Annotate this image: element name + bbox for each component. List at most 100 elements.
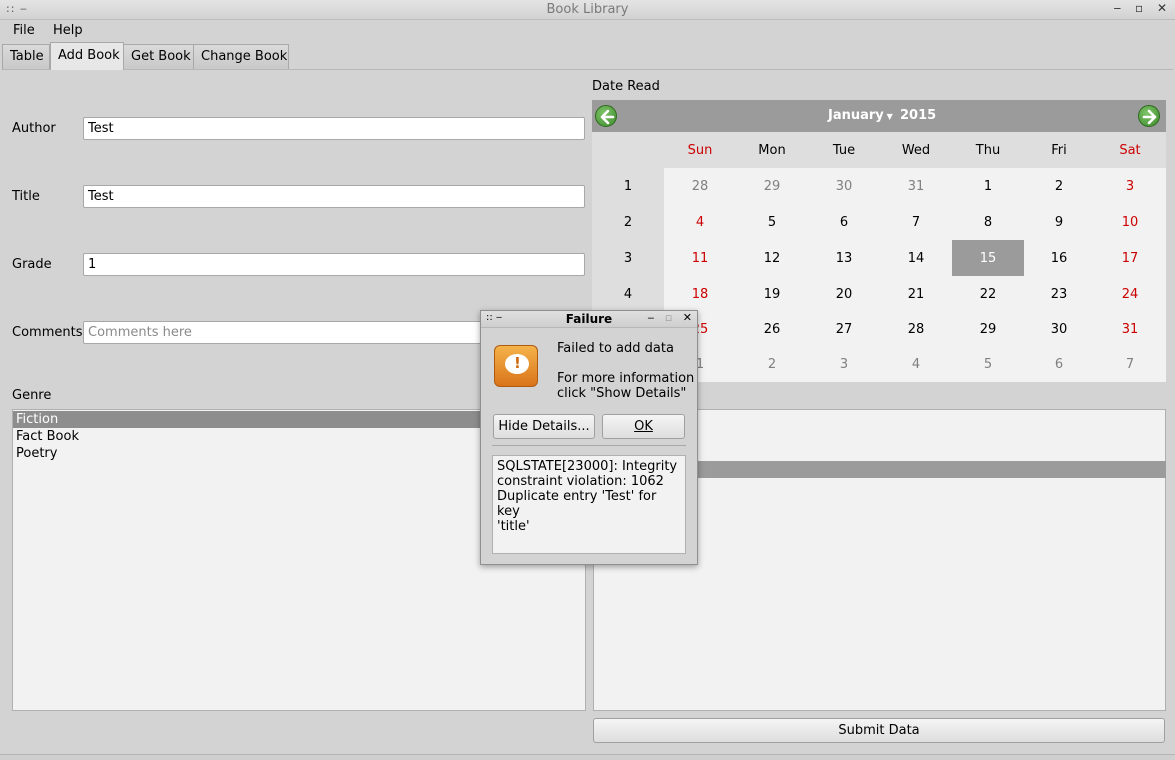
calendar-day[interactable]: 2	[736, 357, 808, 372]
dialog-close-icon[interactable]: ✕	[683, 311, 692, 324]
menu-help[interactable]: Help	[53, 23, 83, 38]
menu-file[interactable]: File	[13, 23, 35, 38]
status-bar	[0, 754, 1175, 760]
calendar-day[interactable]: 11	[664, 251, 736, 266]
details-line: 'title'	[497, 519, 530, 534]
year-selector[interactable]: 2015	[900, 108, 936, 123]
calendar-day[interactable]: 31	[880, 179, 952, 194]
calendar-day[interactable]: 5	[736, 215, 808, 230]
week-number: 2	[623, 215, 633, 230]
calendar-day[interactable]: 16	[1023, 251, 1095, 266]
failure-dialog: :: ‒ Failure ‒ ▫ ✕ ! Failed to add data …	[480, 310, 698, 565]
window-controls: ‒ ▫ ✕	[1104, 1, 1168, 15]
prev-month-button[interactable]	[595, 105, 617, 127]
calendar-day[interactable]: 7	[880, 215, 952, 230]
calendar-day[interactable]: 2	[1023, 179, 1095, 194]
author-label: Author	[12, 121, 56, 136]
month-selector[interactable]: January ▼	[828, 108, 893, 123]
dialog-maximize-icon[interactable]: ▫	[665, 311, 672, 324]
week-number: 1	[623, 179, 633, 194]
window-title: Book Library	[546, 2, 629, 17]
tab-change-book[interactable]: Change Book	[193, 44, 289, 70]
calendar-day[interactable]: 6	[808, 215, 880, 230]
title-input[interactable]: Test	[83, 185, 585, 208]
calendar-day[interactable]: 30	[808, 179, 880, 194]
week-number: 4	[623, 287, 633, 302]
tab-get-book[interactable]: Get Book	[123, 44, 194, 70]
calendar-day[interactable]: 22	[952, 287, 1024, 302]
calendar-header: January ▼ 2015	[592, 100, 1166, 132]
calendar-day[interactable]: 29	[736, 179, 808, 194]
weekday-sat: Sat	[1119, 143, 1141, 158]
weekday-mon: Mon	[758, 143, 786, 158]
calendar-day[interactable]: 18	[664, 287, 736, 302]
calendar-day[interactable]: 5	[952, 357, 1024, 372]
calendar-day[interactable]: 24	[1094, 287, 1166, 302]
calendar-day[interactable]: 4	[664, 215, 736, 230]
warning-icon: !	[494, 345, 538, 387]
weekday-tue: Tue	[832, 143, 856, 158]
dialog-info-line-2: click "Show Details"	[557, 386, 687, 401]
calendar-day[interactable]: 26	[736, 322, 808, 337]
title-label: Title	[12, 189, 40, 204]
calendar-day[interactable]: 14	[880, 251, 952, 266]
dialog-separator	[492, 445, 686, 446]
minimize-icon[interactable]: ‒	[1114, 1, 1122, 15]
calendar-day[interactable]: 8	[952, 215, 1024, 230]
calendar-day[interactable]: 7	[1094, 357, 1166, 372]
calendar-day[interactable]: 10	[1094, 215, 1166, 230]
dialog-message: Failed to add data	[557, 341, 674, 356]
author-input[interactable]: Test	[83, 117, 585, 140]
dialog-controls: ‒ ▫ ✕	[640, 311, 692, 324]
calendar-day[interactable]: 31	[1094, 322, 1166, 337]
calendar-day[interactable]: 1	[952, 179, 1024, 194]
week-number: 3	[623, 251, 633, 266]
calendar-day[interactable]: 15	[952, 251, 1024, 266]
menu-bar: File Help	[0, 20, 1175, 42]
calendar-day[interactable]: 28	[880, 322, 952, 337]
calendar-day[interactable]: 3	[1094, 179, 1166, 194]
calendar-day[interactable]: 27	[808, 322, 880, 337]
calendar-day[interactable]: 4	[880, 357, 952, 372]
comments-label: Comments	[12, 325, 83, 340]
tab-add-book[interactable]: Add Book	[50, 42, 124, 70]
calendar-day[interactable]: 29	[952, 322, 1024, 337]
ok-button[interactable]: OK	[602, 414, 685, 439]
details-line: SQLSTATE[23000]: Integrity	[497, 459, 678, 474]
calendar-day[interactable]: 17	[1094, 251, 1166, 266]
calendar-day[interactable]: 6	[1023, 357, 1095, 372]
weekday-sun: Sun	[687, 143, 713, 158]
grade-label: Grade	[12, 257, 52, 272]
weekday-thu: Thu	[975, 143, 1001, 158]
calendar-day[interactable]: 28	[664, 179, 736, 194]
calendar-day[interactable]: 9	[1023, 215, 1095, 230]
dialog-minimize-icon[interactable]: ‒	[647, 311, 654, 324]
tab-table[interactable]: Table	[2, 44, 50, 70]
weekday-fri: Fri	[1051, 143, 1067, 158]
next-month-button[interactable]	[1138, 105, 1160, 127]
calendar-day[interactable]: 23	[1023, 287, 1095, 302]
genre-label: Genre	[12, 388, 52, 403]
date-read-label: Date Read	[592, 79, 660, 94]
calendar-day[interactable]: 12	[736, 251, 808, 266]
calendar-day[interactable]: 20	[808, 287, 880, 302]
calendar-day[interactable]: 21	[880, 287, 952, 302]
close-icon[interactable]: ✕	[1157, 1, 1167, 15]
dialog-titlebar: :: ‒ Failure ‒ ▫ ✕	[481, 311, 697, 328]
maximize-icon[interactable]: ▫	[1135, 1, 1143, 15]
hide-details-button[interactable]: Hide Details...	[493, 414, 595, 439]
weekday-wed: Wed	[901, 143, 931, 158]
arrow-right-icon	[1142, 109, 1157, 125]
details-line: Duplicate entry 'Test' for key	[497, 489, 657, 519]
dialog-info-line-1: For more information	[557, 371, 695, 386]
calendar-day[interactable]: 3	[808, 357, 880, 372]
arrow-left-icon	[600, 109, 615, 125]
submit-data-button[interactable]: Submit Data	[593, 718, 1165, 743]
calendar-day[interactable]: 30	[1023, 322, 1095, 337]
grade-input[interactable]: 1	[83, 253, 585, 276]
chevron-down-icon: ▼	[883, 112, 893, 121]
details-text-area[interactable]: SQLSTATE[23000]: Integrity constraint vi…	[492, 455, 686, 554]
calendar-day[interactable]: 13	[808, 251, 880, 266]
window-titlebar: :: ‒ Book Library ‒ ▫ ✕	[0, 0, 1175, 20]
calendar-day[interactable]: 19	[736, 287, 808, 302]
